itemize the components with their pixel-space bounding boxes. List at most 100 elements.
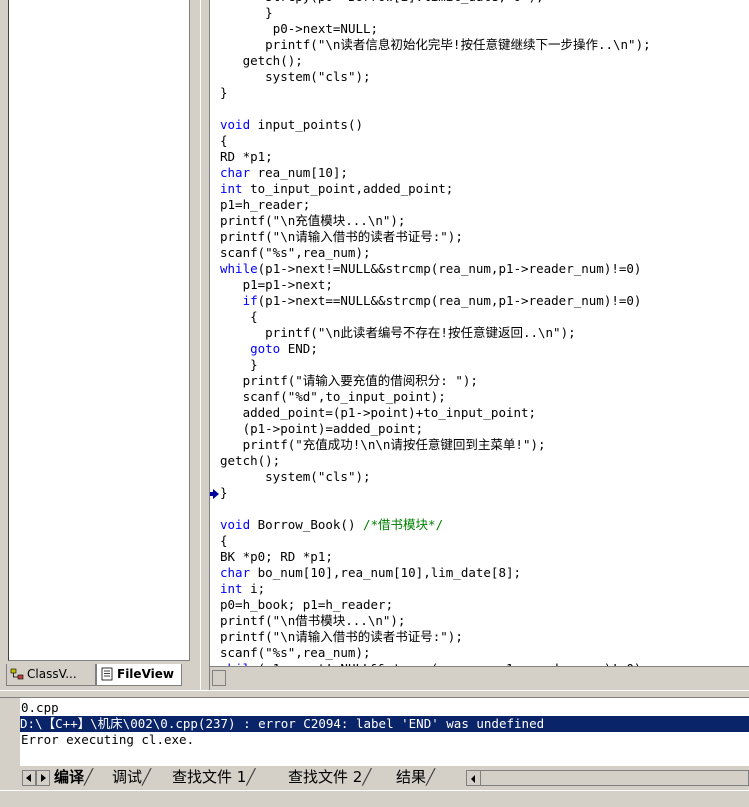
code-line[interactable]: printf("\n此读者编号不存在!按任意键返回..\n"); xyxy=(220,325,576,340)
code-token: (p1->point)=added_point; xyxy=(242,421,424,436)
current-line-arrow-icon xyxy=(210,489,219,499)
code-line[interactable]: printf("\n请输入借书的读者书证号:"); xyxy=(220,229,463,244)
code-line[interactable]: system("cls"); xyxy=(220,469,371,484)
code-token: printf("\n请输入借书的读者书证号:"); xyxy=(220,229,463,244)
tab-fileview[interactable]: FileView xyxy=(96,664,182,686)
code-keyword: goto xyxy=(250,341,281,356)
code-token: p0=h_book; p1=h_reader; xyxy=(220,597,394,612)
code-line[interactable]: p0=h_book; p1=h_reader; xyxy=(220,597,393,612)
code-line[interactable]: void Borrow_Book() /*借书模块*/ xyxy=(220,517,443,532)
editor-horizontal-scrollbar[interactable] xyxy=(210,666,749,688)
code-line[interactable]: } xyxy=(220,5,273,20)
code-line[interactable]: (p1->point)=added_point; xyxy=(220,421,424,436)
file-tree[interactable] xyxy=(8,0,190,661)
scroll-left-button[interactable] xyxy=(212,670,226,686)
code-token: to_input_point,added_point; xyxy=(242,181,454,196)
output-tabs: 编译╱ 调试╱ 查找文件 1╱ 查找文件 2╱ 结果╱ xyxy=(20,766,749,790)
code-line[interactable]: getch(); xyxy=(220,453,280,468)
code-token: printf("充值成功!\n\n请按任意键回到主菜单!"); xyxy=(242,437,546,452)
code-token: } xyxy=(220,85,228,100)
code-line[interactable]: strcpy(p0->Borrow[i].limit_date,"0"); xyxy=(220,0,543,4)
output-line[interactable]: Error executing cl.exe. xyxy=(21,732,194,748)
code-line[interactable]: printf("\n读者信息初始化完毕!按任意键继续下一步操作..\n"); xyxy=(220,37,651,52)
code-keyword: if xyxy=(242,293,258,308)
code-line[interactable]: scanf("%s",rea_num); xyxy=(220,245,371,260)
tab-debug[interactable]: 调试╱ xyxy=(112,766,151,788)
code-line[interactable]: int to_input_point,added_point; xyxy=(220,181,453,196)
tab-scroll-left-button[interactable] xyxy=(22,770,36,786)
code-line[interactable]: printf("充值成功!\n\n请按任意键回到主菜单!"); xyxy=(220,437,546,452)
code-comment: /*借书模块*/ xyxy=(363,517,444,532)
code-line[interactable]: if(p1->next==NULL&&strcmp(rea_num,p1->re… xyxy=(220,293,642,308)
code-line[interactable]: printf("请输入要充值的借阅积分: "); xyxy=(220,373,478,388)
code-line[interactable]: system("cls"); xyxy=(220,69,370,84)
code-line[interactable]: printf("\n请输入借书的读者书证号:"); xyxy=(220,629,463,644)
code-line[interactable]: printf("\n充值模块...\n"); xyxy=(220,213,405,228)
code-line[interactable]: BK *p0; RD *p1; xyxy=(220,549,333,564)
code-token: (p1->next!=NULL&&strcmp(rea_num,p1->read… xyxy=(257,261,642,276)
code-line[interactable]: RD *p1; xyxy=(220,149,273,164)
code-token: BK *p0; RD *p1; xyxy=(220,549,333,564)
tab-find1-label: 查找文件 1 xyxy=(172,768,247,786)
code-token: (p1->next==NULL&&strcmp(rea_num,p1->read… xyxy=(257,293,642,308)
code-token: i; xyxy=(242,581,266,596)
code-token: p1=h_reader; xyxy=(220,197,311,212)
output-window[interactable]: 0.cpp D:\【C++】\机床\002\0.cpp(237) : error… xyxy=(20,698,749,766)
class-view-icon xyxy=(10,668,24,680)
code-keyword: char xyxy=(220,165,251,180)
output-line[interactable]: 0.cpp xyxy=(21,700,59,716)
code-line[interactable]: { xyxy=(220,533,228,548)
tab-build[interactable]: 编译╱ xyxy=(54,766,93,788)
tab-results[interactable]: 结果╱ xyxy=(396,766,435,788)
code-line[interactable]: while(p1->next!=NULL&&strcmp(rea_num,p1-… xyxy=(220,261,641,276)
code-line[interactable]: { xyxy=(220,133,228,148)
code-token: p1=p1->next; xyxy=(242,277,333,292)
code-line[interactable]: scanf("%d",to_input_point); xyxy=(220,389,446,404)
code-token: p0->next=NULL; xyxy=(272,21,379,36)
code-line[interactable]: p0->next=NULL; xyxy=(220,21,378,36)
code-token: printf("\n读者信息初始化完毕!按任意键继续下一步操作..\n"); xyxy=(265,37,651,52)
code-line[interactable]: int i; xyxy=(220,581,265,596)
code-line[interactable]: added_point=(p1->point)+to_input_point; xyxy=(220,405,537,420)
code-line[interactable]: } xyxy=(220,85,228,100)
output-gripper[interactable] xyxy=(0,698,20,790)
code-line[interactable]: } xyxy=(220,485,228,500)
code-line[interactable]: char rea_num[10]; xyxy=(220,165,348,180)
code-line[interactable]: p1=p1->next; xyxy=(220,277,333,292)
code-keyword: int xyxy=(220,181,243,196)
code-token: printf("\n此读者编号不存在!按任意键返回..\n"); xyxy=(265,325,576,340)
code-token: printf("\n充值模块...\n"); xyxy=(220,213,406,228)
code-line[interactable]: void input_points() xyxy=(220,117,363,132)
tab-find2-label: 查找文件 2 xyxy=(288,768,363,786)
pane-splitter[interactable] xyxy=(200,0,210,690)
output-horizontal-scrollbar[interactable] xyxy=(466,770,749,786)
output-line-selected-error[interactable]: D:\【C++】\机床\002\0.cpp(237) : error C2094… xyxy=(20,716,749,732)
code-text[interactable]: strcpy(p0->Borrow[i].limit_date,"0"); } … xyxy=(220,0,651,666)
code-line[interactable]: scanf("%s",rea_num); xyxy=(220,645,371,660)
code-line[interactable]: printf("\n借书模块...\n"); xyxy=(220,613,405,628)
code-token: system("cls"); xyxy=(265,469,371,484)
code-line[interactable]: char bo_num[10],rea_num[10],lim_date[8]; xyxy=(220,565,521,580)
tab-find-in-files-2[interactable]: 查找文件 2╱ xyxy=(288,766,371,788)
code-token: } xyxy=(250,357,258,372)
code-line[interactable]: } xyxy=(220,357,258,372)
code-line[interactable]: goto END; xyxy=(220,341,318,356)
code-token: added_point=(p1->point)+to_input_point; xyxy=(242,405,537,420)
code-token: Borrow_Book() xyxy=(250,517,363,532)
code-token: scanf("%s",rea_num); xyxy=(220,645,371,660)
code-token: } xyxy=(265,5,273,20)
code-token: RD *p1; xyxy=(220,149,273,164)
code-editor[interactable]: strcpy(p0->Borrow[i].limit_date,"0"); } … xyxy=(210,0,749,666)
code-line[interactable]: { xyxy=(220,309,258,324)
code-line[interactable]: getch(); xyxy=(220,53,303,68)
code-line[interactable]: p1=h_reader; xyxy=(220,197,310,212)
tab-scroll-right-button[interactable] xyxy=(36,770,50,786)
tab-classview[interactable]: ClassV... xyxy=(6,664,96,686)
code-token: getch(); xyxy=(220,453,281,468)
output-splitter[interactable] xyxy=(0,690,749,698)
tab-find-in-files-1[interactable]: 查找文件 1╱ xyxy=(172,766,255,788)
tab-fileview-label: FileView xyxy=(117,667,174,681)
triangle-left-icon xyxy=(471,775,475,783)
code-token: bo_num[10],rea_num[10],lim_date[8]; xyxy=(250,565,522,580)
scroll-left-button[interactable] xyxy=(467,771,481,785)
